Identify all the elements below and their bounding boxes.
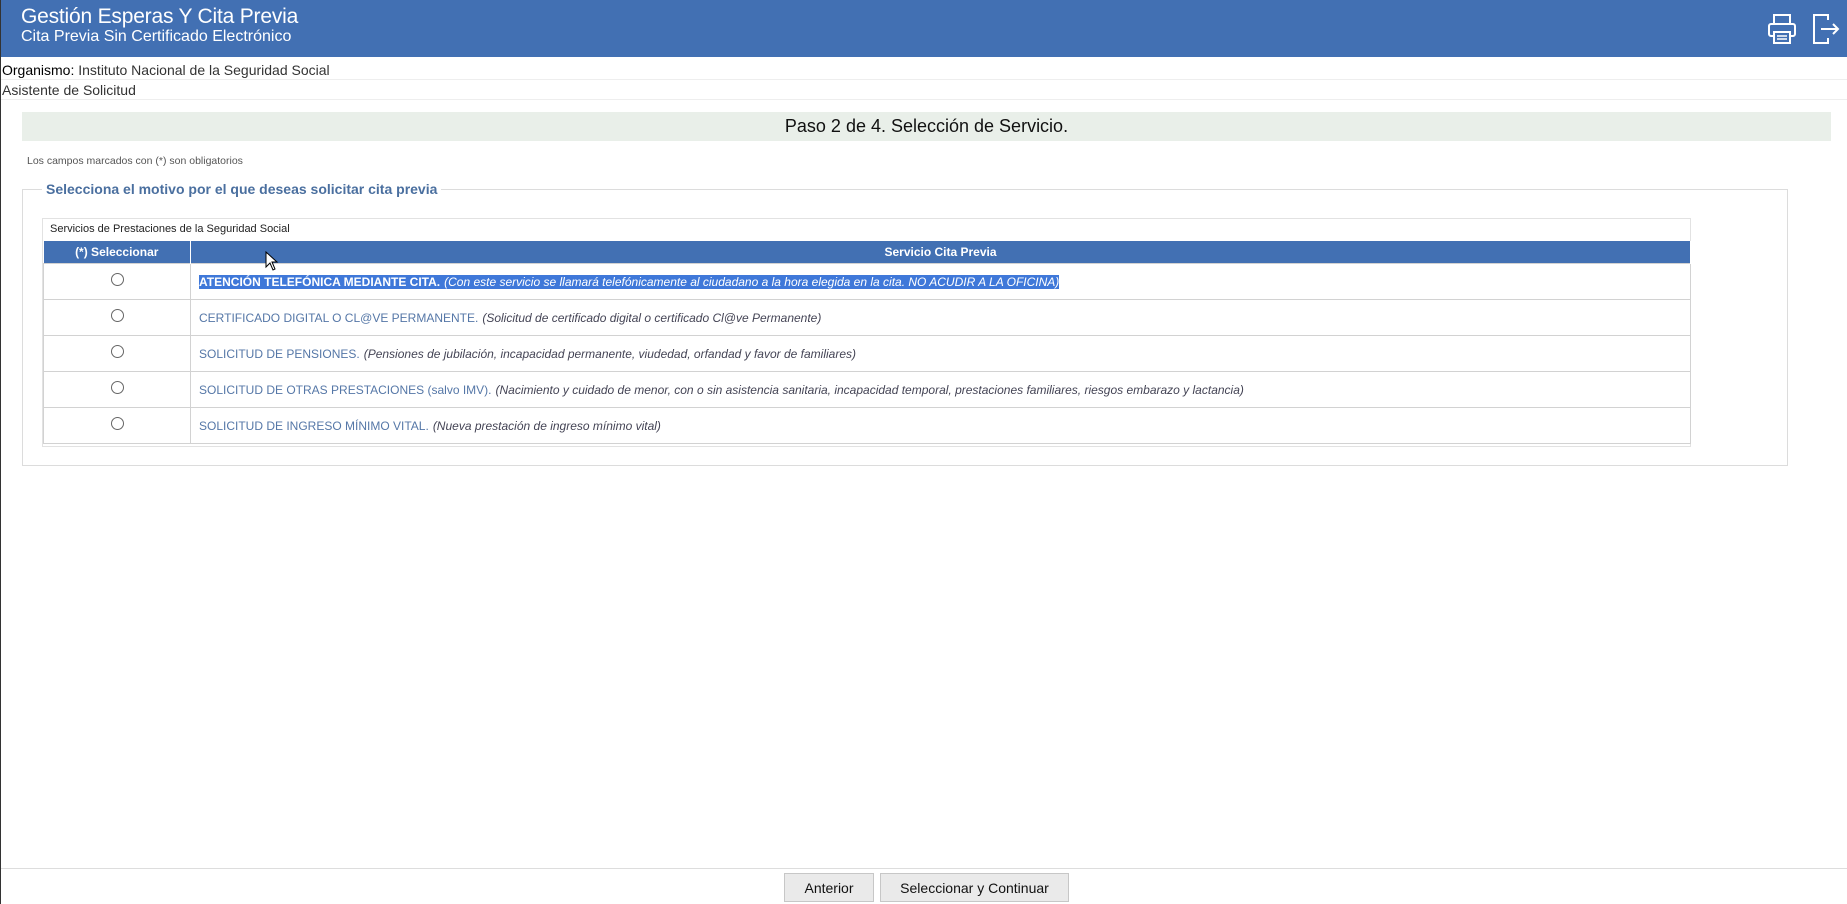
table-row[interactable]: SOLICITUD DE OTRAS PRESTACIONES (salvo I… — [43, 371, 1691, 408]
service-text-selected[interactable]: ATENCIÓN TELEFÓNICA MEDIANTE CITA. (Con e… — [199, 274, 1060, 289]
service-description: (Pensiones de jubilación, incapacidad pe… — [363, 346, 857, 361]
service-name[interactable]: SOLICITUD DE OTRAS PRESTACIONES (salvo I… — [199, 383, 492, 397]
services-table: Servicios de Prestaciones de la Segurida… — [42, 218, 1691, 447]
step-title: Paso 2 de 4. Selección de Servicio. — [22, 112, 1831, 141]
table-row[interactable]: SOLICITUD DE INGRESO MÍNIMO VITAL. (Nueva… — [43, 407, 1691, 444]
table-row[interactable]: CERTIFICADO DIGITAL O CL@VE PERMANENTE. (… — [43, 299, 1691, 336]
required-note: Los campos marcados con (*) son obligato… — [27, 155, 243, 167]
printer-icon[interactable] — [1766, 12, 1798, 46]
footer-divider — [1, 868, 1847, 869]
organismo-value: Instituto Nacional de la Seguridad Socia… — [78, 62, 330, 78]
back-button[interactable]: Anterior — [784, 873, 874, 902]
organismo-label: Organismo: — [2, 62, 75, 78]
service-radio[interactable] — [110, 272, 124, 286]
service-radio[interactable] — [110, 416, 124, 430]
select-continue-button[interactable]: Seleccionar y Continuar — [880, 873, 1069, 902]
table-row[interactable]: SOLICITUD DE PENSIONES. (Pensiones de jub… — [43, 335, 1691, 372]
service-name[interactable]: CERTIFICADO DIGITAL O CL@VE PERMANENTE. — [199, 311, 478, 325]
column-header-service: Servicio Cita Previa — [190, 241, 1691, 264]
service-radio[interactable] — [110, 308, 124, 322]
column-header-select: (*) Seleccionar — [43, 241, 191, 264]
app-subtitle: Cita Previa Sin Certificado Electrónico — [21, 28, 292, 45]
organismo-line: Organismo: Instituto Nacional de la Segu… — [2, 62, 1842, 78]
fieldset-legend: Selecciona el motivo por el que deseas s… — [46, 181, 438, 197]
table-caption: Servicios de Prestaciones de la Segurida… — [50, 223, 290, 235]
service-description: (Nueva prestación de ingreso mínimo vita… — [432, 418, 661, 433]
service-description: (Con este servicio se llamará telefónica… — [444, 274, 1060, 289]
service-description: (Solicitud de certificado digital o cert… — [482, 310, 822, 325]
services-grid: (*) Seleccionar Servicio Cita Previa ATE… — [43, 241, 1691, 444]
service-name[interactable]: SOLICITUD DE INGRESO MÍNIMO VITAL. — [199, 419, 429, 433]
app-header: Gestión Esperas Y Cita Previa Cita Previ… — [1, 0, 1847, 57]
divider — [1, 99, 1847, 100]
divider — [1, 79, 1847, 80]
service-radio[interactable] — [110, 380, 124, 394]
service-description: (Nacimiento y cuidado de menor, con o si… — [495, 382, 1244, 397]
service-name: ATENCIÓN TELEFÓNICA MEDIANTE CITA. — [199, 274, 441, 289]
wizard-label: Asistente de Solicitud — [2, 82, 136, 98]
service-name[interactable]: SOLICITUD DE PENSIONES. — [199, 347, 360, 361]
logout-icon[interactable] — [1810, 12, 1842, 46]
mouse-cursor-icon — [265, 251, 279, 271]
app-title: Gestión Esperas Y Cita Previa — [21, 5, 299, 28]
table-row[interactable]: ATENCIÓN TELEFÓNICA MEDIANTE CITA. (Con e… — [43, 263, 1691, 300]
service-radio[interactable] — [110, 344, 124, 358]
